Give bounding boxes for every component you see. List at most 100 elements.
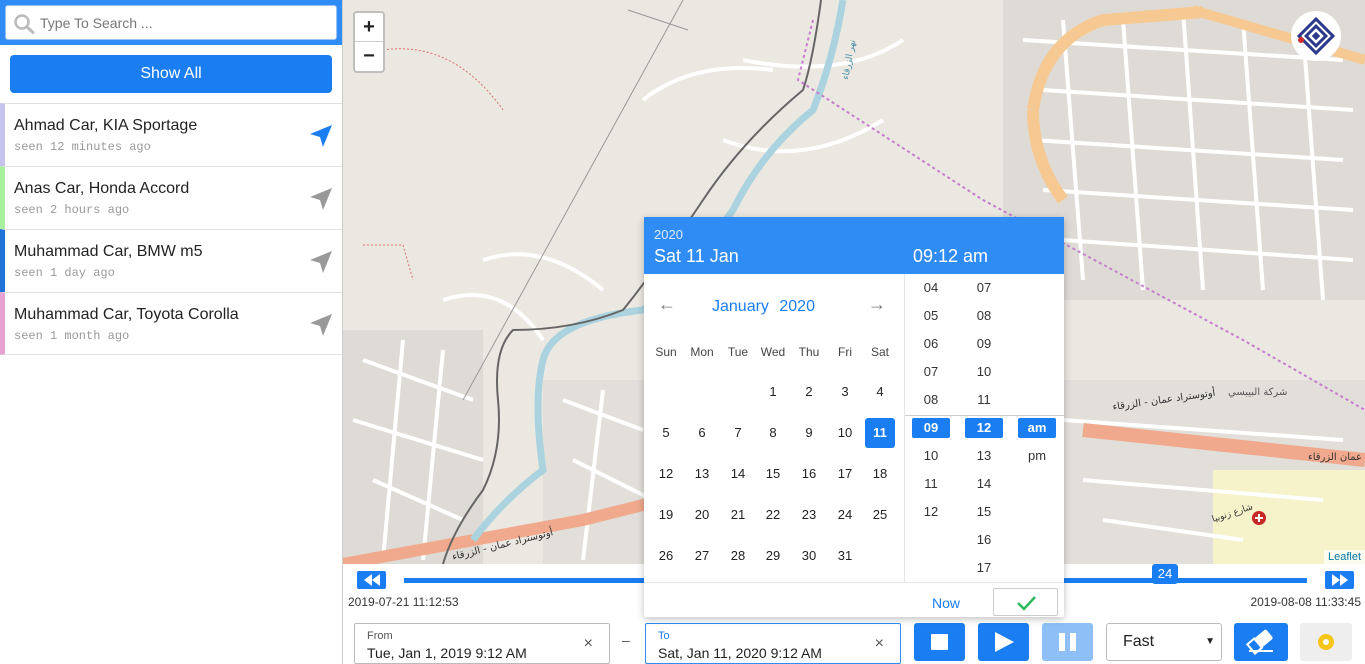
calendar-day[interactable]: 17: [830, 459, 860, 489]
prev-month-button[interactable]: ←: [658, 294, 676, 315]
fast-forward-button[interactable]: [1325, 571, 1354, 589]
hour-option[interactable]: 11: [912, 474, 950, 494]
calendar-day[interactable]: 19: [651, 500, 681, 530]
calendar-day[interactable]: 18: [865, 459, 895, 489]
minute-option[interactable]: 12: [965, 418, 1003, 438]
calendar-day[interactable]: 28: [723, 541, 753, 571]
show-all-button[interactable]: Show All: [10, 55, 332, 93]
minute-option[interactable]: 16: [965, 530, 1003, 550]
calendar-day[interactable]: 2: [794, 377, 824, 407]
calendar-day[interactable]: 14: [723, 459, 753, 489]
hour-option[interactable]: 07: [912, 362, 950, 382]
calendar-day[interactable]: 31: [830, 541, 860, 571]
live-toggle-button[interactable]: [1300, 623, 1352, 661]
minute-option[interactable]: 15: [965, 502, 1003, 522]
hour-option[interactable]: 12: [912, 502, 950, 522]
minute-option[interactable]: 07: [965, 278, 1003, 298]
vehicle-last-seen: seen 1 day ago: [14, 266, 115, 280]
now-button[interactable]: Now: [932, 595, 960, 611]
minute-option[interactable]: 09: [965, 334, 1003, 354]
calendar-day[interactable]: 24: [830, 500, 860, 530]
time-divider: [905, 415, 1064, 416]
minute-option[interactable]: 14: [965, 474, 1003, 494]
vehicle-list: Ahmad Car, KIA Sportage seen 12 minutes a…: [0, 103, 342, 355]
vehicle-name: Muhammad Car, BMW m5: [14, 243, 203, 260]
calendar-day[interactable]: 20: [687, 500, 717, 530]
vehicle-last-seen: seen 12 minutes ago: [14, 140, 151, 154]
calendar-day[interactable]: 16: [794, 459, 824, 489]
calendar-day[interactable]: 22: [758, 500, 788, 530]
calendar-year[interactable]: 2020: [779, 298, 815, 315]
hour-option[interactable]: 04: [912, 278, 950, 298]
zoom-in-button[interactable]: +: [355, 13, 383, 42]
locate-arrow-icon[interactable]: [308, 186, 334, 212]
calendar-day[interactable]: 26: [651, 541, 681, 571]
picker-time[interactable]: 09:12 am: [913, 246, 988, 267]
minute-option[interactable]: 08: [965, 306, 1003, 326]
stop-button[interactable]: [914, 623, 965, 661]
vehicle-item[interactable]: Ahmad Car, KIA Sportage seen 12 minutes a…: [0, 103, 342, 166]
minute-option[interactable]: 11: [965, 390, 1003, 410]
calendar-day[interactable]: 27: [687, 541, 717, 571]
calendar-month[interactable]: January: [712, 298, 769, 315]
timeline-end-time: 2019-08-08 11:33:45: [1250, 595, 1361, 609]
locate-arrow-icon[interactable]: [308, 249, 334, 275]
hour-option[interactable]: 05: [912, 306, 950, 326]
hour-option[interactable]: 06: [912, 334, 950, 354]
calendar-day[interactable]: 7: [723, 418, 753, 448]
clear-to-button[interactable]: ×: [875, 635, 884, 653]
calendar-title: January 2020: [712, 298, 821, 316]
picker-year[interactable]: 2020: [654, 227, 683, 242]
calendar-day[interactable]: 11: [865, 418, 895, 448]
clear-from-button[interactable]: ×: [584, 635, 593, 653]
calendar-day[interactable]: 3: [830, 377, 860, 407]
locate-arrow-icon[interactable]: [308, 312, 334, 338]
leaflet-attribution[interactable]: Leaflet: [1323, 550, 1365, 564]
vehicle-item[interactable]: Muhammad Car, BMW m5 seen 1 day ago: [0, 229, 342, 292]
next-month-button[interactable]: →: [868, 294, 886, 315]
play-icon: [995, 632, 1014, 652]
hour-option[interactable]: 08: [912, 390, 950, 410]
calendar-day[interactable]: 4: [865, 377, 895, 407]
timeline-handle[interactable]: 24: [1152, 564, 1178, 584]
calendar-day[interactable]: 23: [794, 500, 824, 530]
clear-path-button[interactable]: [1234, 623, 1288, 661]
vehicle-name: Anas Car, Honda Accord: [14, 180, 190, 197]
calendar-day[interactable]: 6: [687, 418, 717, 448]
play-button[interactable]: [978, 623, 1029, 661]
calendar-day[interactable]: 9: [794, 418, 824, 448]
pause-button[interactable]: [1042, 623, 1093, 661]
calendar-day[interactable]: 8: [758, 418, 788, 448]
fast-rewind-button[interactable]: [357, 571, 386, 589]
calendar-day[interactable]: 5: [651, 418, 681, 448]
calendar-day[interactable]: 1: [758, 377, 788, 407]
locate-arrow-icon[interactable]: [308, 123, 334, 149]
ampm-option[interactable]: pm: [1018, 446, 1056, 466]
calendar-day[interactable]: 29: [758, 541, 788, 571]
zoom-out-button[interactable]: −: [355, 42, 383, 71]
speed-select[interactable]: Fast ▼: [1106, 623, 1222, 661]
minute-option[interactable]: 17: [965, 558, 1003, 578]
confirm-button[interactable]: [993, 588, 1058, 616]
vehicle-item[interactable]: Muhammad Car, Toyota Corolla seen 1 month…: [0, 292, 342, 355]
hour-option[interactable]: 10: [912, 446, 950, 466]
zoom-control: + −: [353, 11, 385, 73]
search-input[interactable]: [40, 6, 330, 39]
hour-option[interactable]: 09: [912, 418, 950, 438]
picker-header: 2020 Sat 11 Jan 09:12 am: [644, 217, 1064, 274]
weekday-label: Sun: [655, 345, 677, 359]
from-date-field[interactable]: From Tue, Jan 1, 2019 9:12 AM ×: [354, 623, 610, 664]
calendar-day[interactable]: 10: [830, 418, 860, 448]
minute-option[interactable]: 13: [965, 446, 1003, 466]
calendar-day[interactable]: 13: [687, 459, 717, 489]
calendar-day[interactable]: 15: [758, 459, 788, 489]
ampm-option[interactable]: am: [1018, 418, 1056, 438]
to-date-field[interactable]: To Sat, Jan 11, 2020 9:12 AM ×: [645, 623, 901, 664]
vehicle-item[interactable]: Anas Car, Honda Accord seen 2 hours ago: [0, 166, 342, 229]
minute-option[interactable]: 10: [965, 362, 1003, 382]
calendar-day[interactable]: 25: [865, 500, 895, 530]
calendar-day[interactable]: 30: [794, 541, 824, 571]
calendar-day[interactable]: 12: [651, 459, 681, 489]
picker-date[interactable]: Sat 11 Jan: [654, 246, 739, 267]
calendar-day[interactable]: 21: [723, 500, 753, 530]
